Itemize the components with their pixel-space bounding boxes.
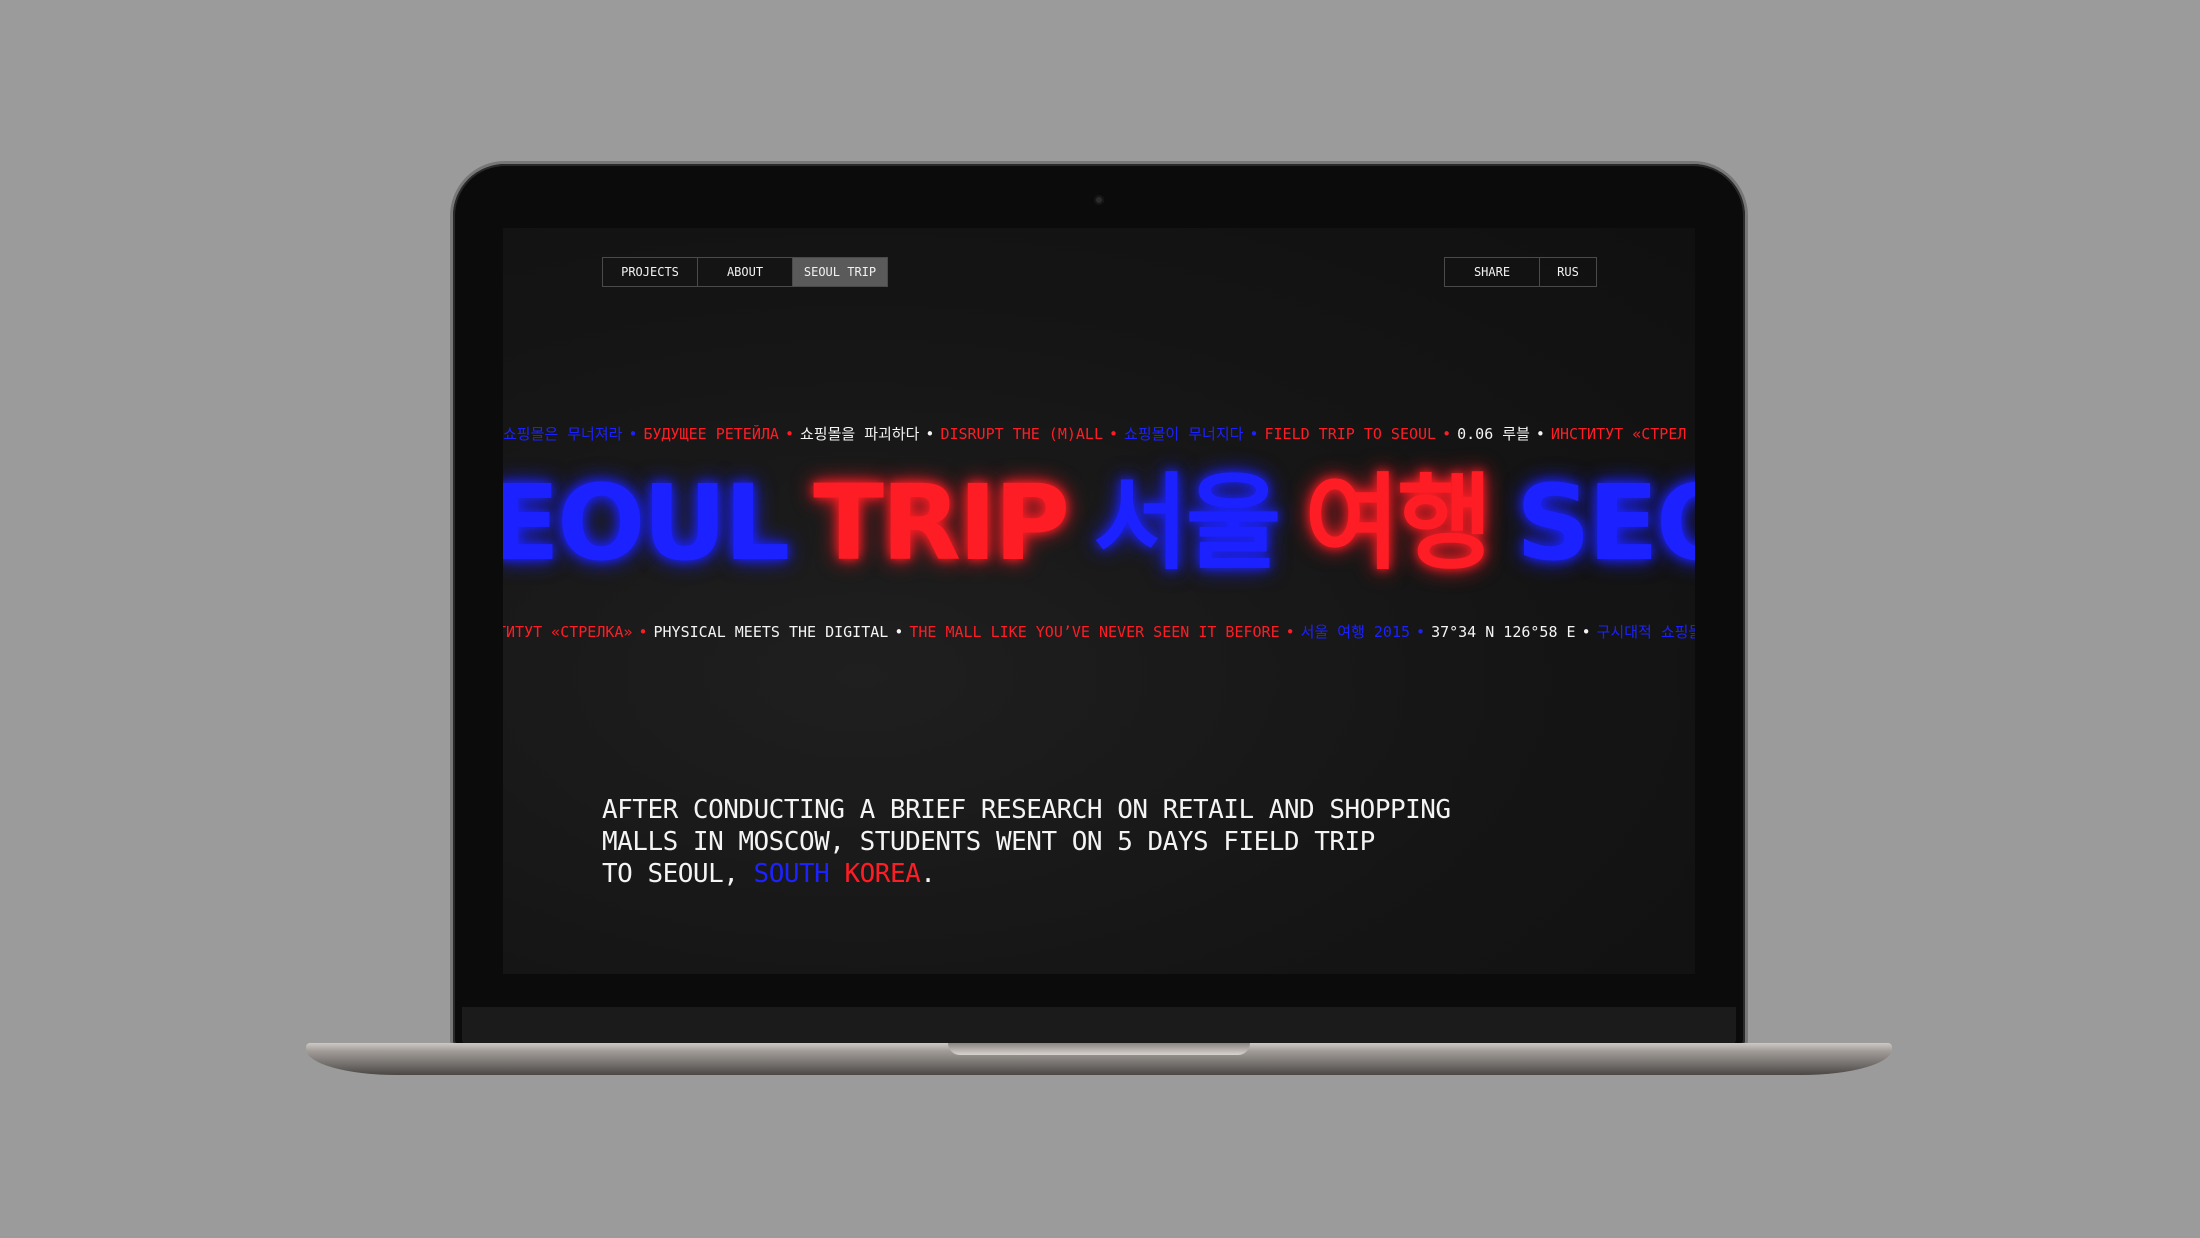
ticker-bottom-item-10: 구시대적 쇼핑몰은 (1596, 623, 1695, 641)
intro-line-1: AFTER CONDUCTING A BRIEF RESEARCH ON RET… (602, 795, 1451, 825)
ticker-top-item-0: 쇼핑몰은 무너져라 (503, 425, 623, 443)
ticker-bottom-item-7: • (1416, 623, 1426, 641)
hero-title-word-1: TRIP (813, 462, 1070, 584)
intro-suffix: . (920, 859, 936, 889)
ticker-top-item-13: • (1535, 425, 1545, 443)
hero-title-word-2: 서울 (1093, 462, 1281, 584)
ticker-top-item-12: 0.06 루블 (1457, 425, 1530, 443)
ticker-bottom-item-8: 37°34 N 126°58 E (1431, 623, 1576, 641)
ticker-bottom-item-1: • (638, 623, 648, 641)
highlight-south: SOUTH (753, 859, 830, 889)
ticker-top-item-1: • (628, 425, 638, 443)
ticker-top-item-5: • (925, 425, 935, 443)
ticker-bottom-item-2: PHYSICAL MEETS THE DIGITAL (653, 623, 889, 641)
highlight-korea: KOREA (844, 859, 921, 889)
nav-about[interactable]: ABOUT (698, 258, 793, 286)
ticker-top-item-7: • (1109, 425, 1119, 443)
ticker-bottom-item-4: THE MALL LIKE YOU’VE NEVER SEEN IT BEFOR… (909, 623, 1280, 641)
hero-title: EOULTRIP서울여행SEOU (503, 463, 1695, 583)
ticker-bottom-item-5: • (1285, 623, 1295, 641)
main-nav: PROJECTS ABOUT SEOUL TRIP (602, 257, 888, 287)
webcam-icon (1094, 195, 1104, 205)
ticker-top-item-11: • (1442, 425, 1452, 443)
ticker-top-item-14: ИНСТИТУТ «СТРЕЛ (1550, 425, 1687, 443)
hero-title-word-0: EOUL (503, 462, 790, 584)
ticker-bottom-item-6: 서울 여행 2015 (1300, 623, 1411, 641)
ticker-top-item-6: DISRUPT THE (M)ALL (940, 425, 1103, 443)
ticker-bottom-item-9: • (1581, 623, 1591, 641)
ticker-bottom: ТИТУТ «СТРЕЛКА» • PHYSICAL MEETS THE DIGIT… (503, 622, 1695, 642)
ticker-top-item-10: FIELD TRIP TO SEOUL (1264, 425, 1437, 443)
nav-seoul-trip[interactable]: SEOUL TRIP (793, 258, 887, 286)
language-rus-button[interactable]: RUS (1540, 258, 1596, 286)
nav-projects[interactable]: PROJECTS (603, 258, 698, 286)
intro-paragraph: AFTER CONDUCTING A BRIEF RESEARCH ON RET… (602, 794, 1502, 890)
share-button[interactable]: SHARE (1445, 258, 1540, 286)
laptop-notch (948, 1043, 1250, 1055)
ticker-top-item-2: БУДУЩЕЕ РЕТЕЙЛА (643, 425, 779, 443)
ticker-bottom-item-3: • (894, 623, 904, 641)
ticker-top-item-8: 쇼핑몰이 무너지다 (1124, 425, 1244, 443)
ticker-top-item-3: • (784, 425, 794, 443)
ticker-bottom-item-0: ТИТУТ «СТРЕЛКА» (503, 623, 633, 641)
screen: PROJECTS ABOUT SEOUL TRIP SHARE RUS 쇼핑몰은… (503, 228, 1695, 974)
hero-title-word-4: SEOU (1515, 462, 1695, 584)
ticker-top: 쇼핑몰은 무너져라 • БУДУЩЕЕ РЕТЕЙЛА • 쇼핑몰을 파괴하다 • DISR… (503, 424, 1692, 444)
hero-title-word-3: 여행 (1304, 462, 1493, 584)
intro-line-3: TO SEOUL, SOUTH KOREA. (602, 858, 1502, 890)
laptop-chin (462, 1007, 1736, 1044)
intro-line-3-prefix: TO SEOUL, (602, 859, 754, 889)
intro-line-2: MALLS IN MOSCOW, STUDENTS WENT ON 5 DAYS… (602, 827, 1375, 857)
utility-nav: SHARE RUS (1444, 257, 1597, 287)
ticker-top-item-9: • (1249, 425, 1259, 443)
ticker-top-item-4: 쇼핑몰을 파괴하다 (799, 425, 920, 443)
